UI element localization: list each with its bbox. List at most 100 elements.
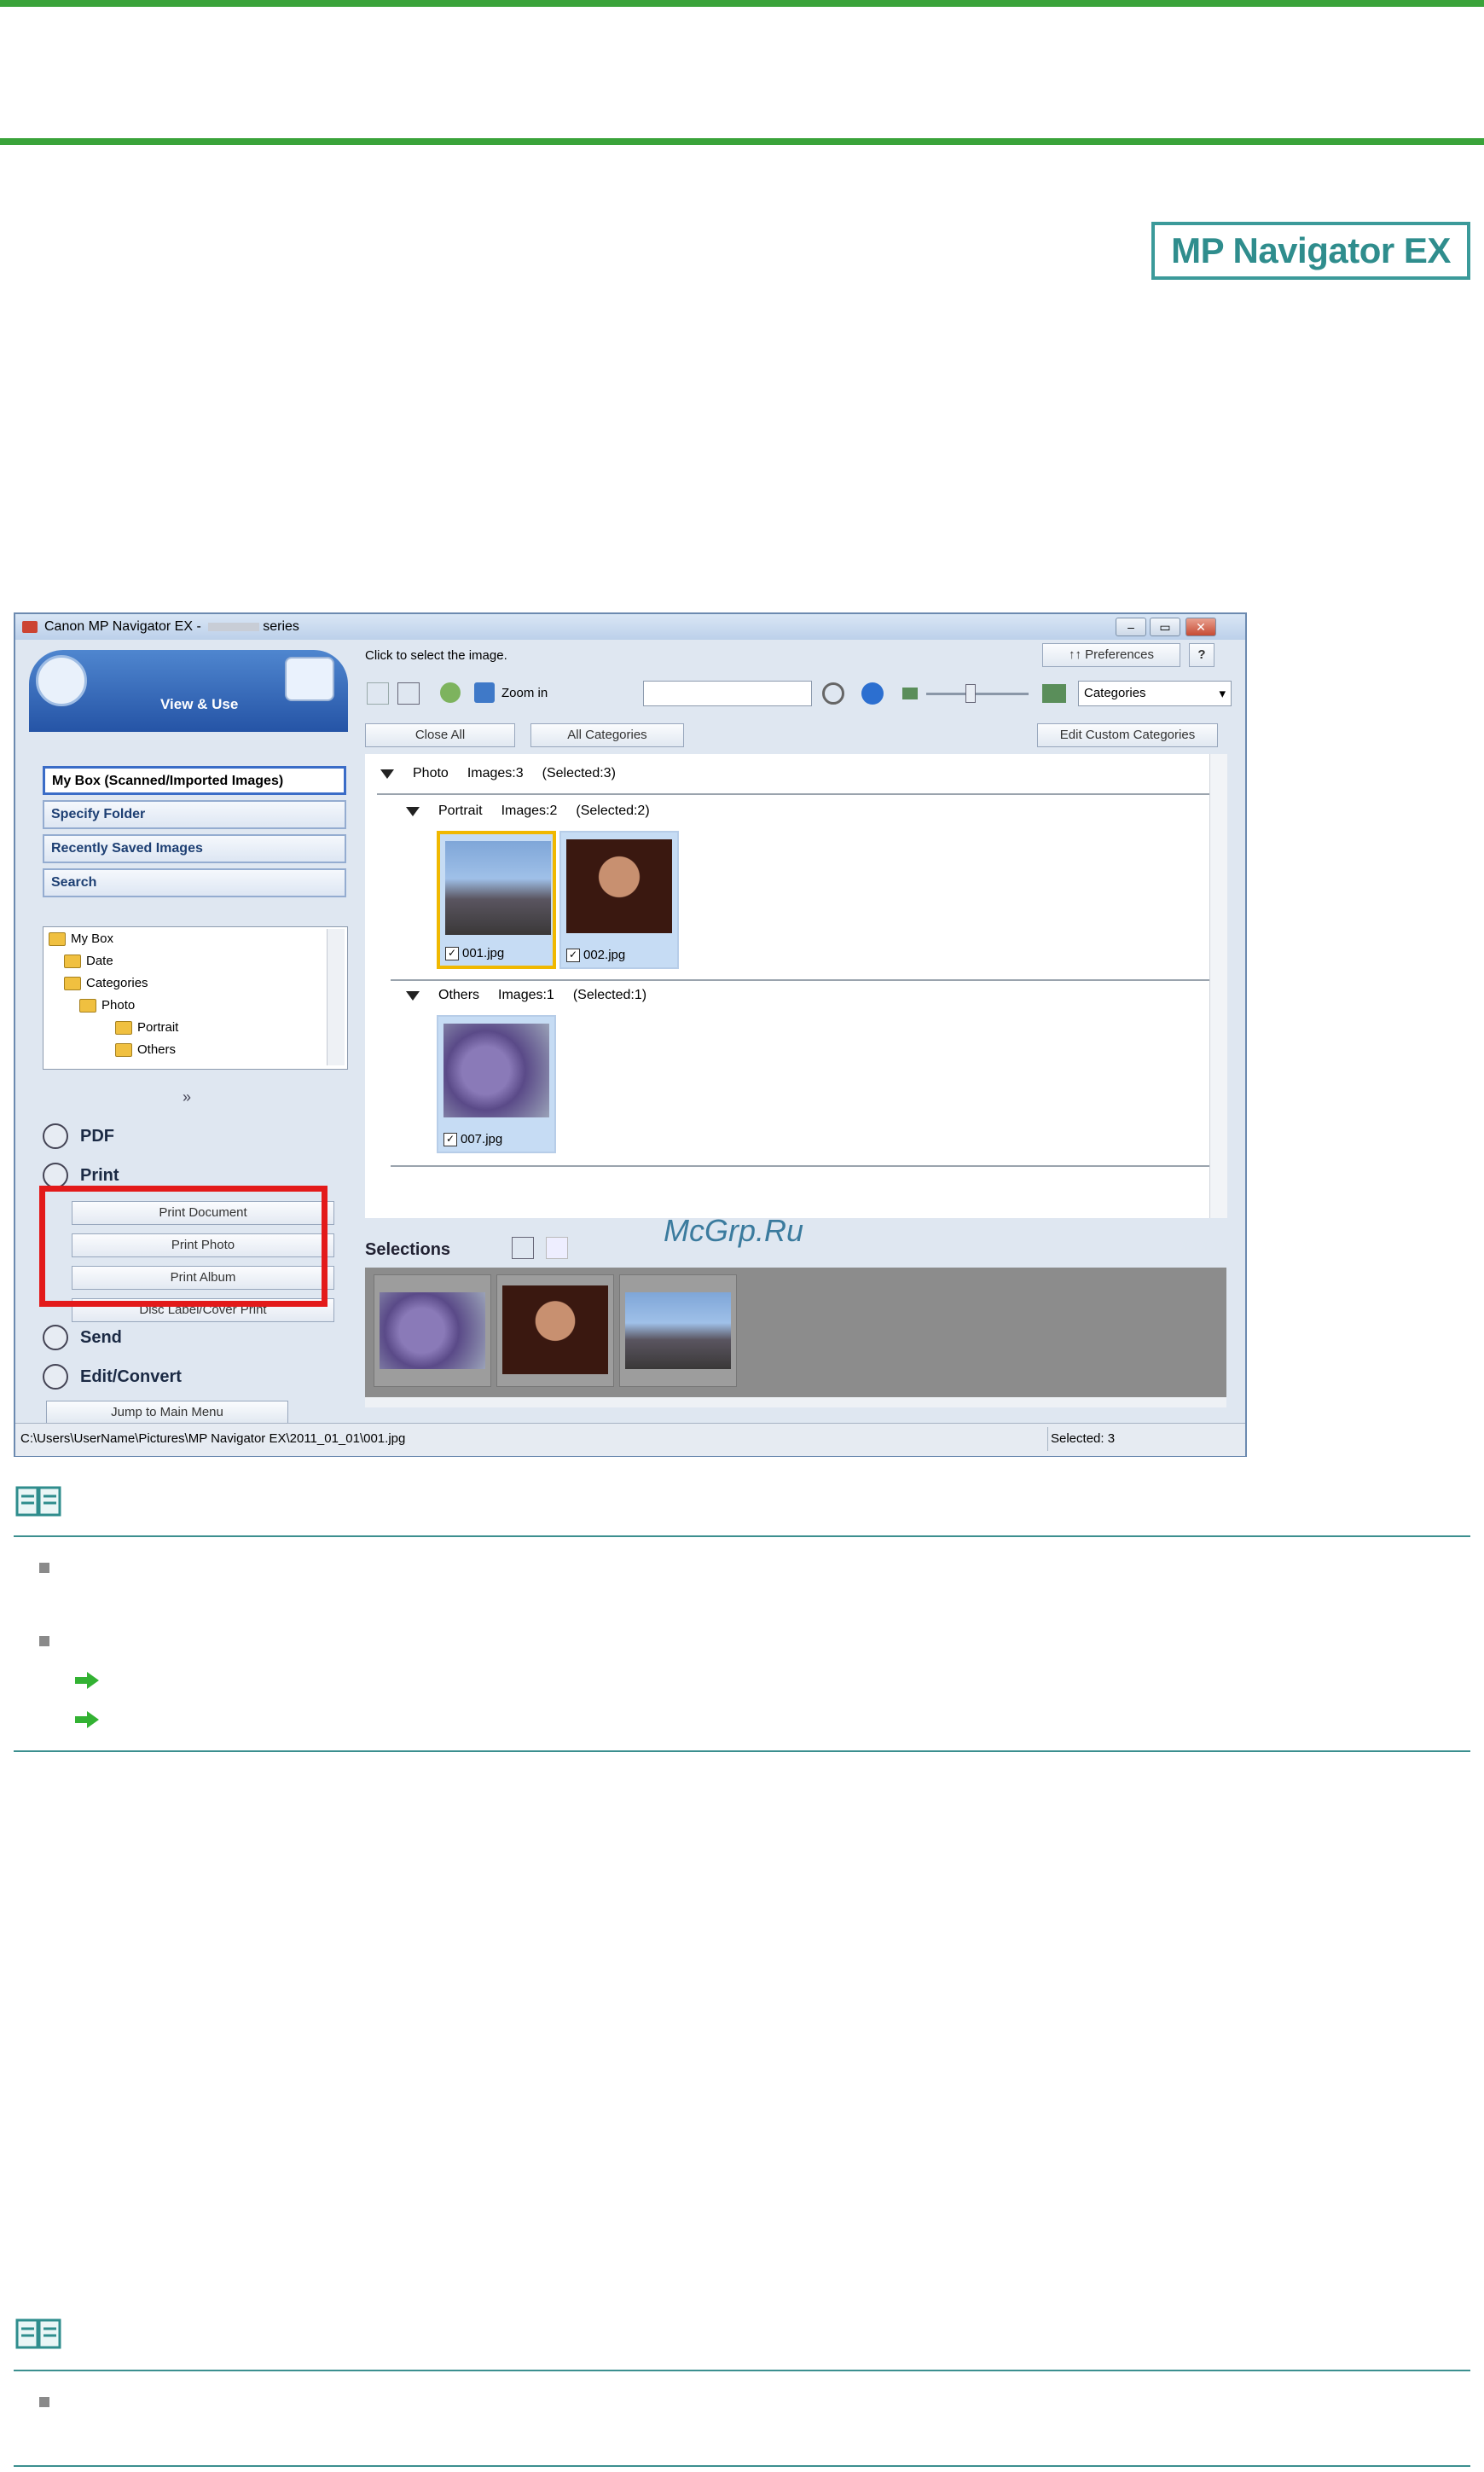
section-edit-convert[interactable]: Edit/Convert xyxy=(43,1360,362,1394)
edit-icon xyxy=(43,1364,68,1390)
photo-image xyxy=(380,1292,485,1369)
instruction-text: Click to select the image. xyxy=(365,648,507,663)
tree-item-my-box[interactable]: My Box xyxy=(49,929,113,949)
tree-item-date[interactable]: Date xyxy=(64,951,113,972)
selected-thumbnail[interactable] xyxy=(496,1274,614,1387)
right-pane: Click to select the image. ↑↑ Preference… xyxy=(360,643,1243,1407)
thumbnail-checkbox[interactable]: ✓ xyxy=(566,948,580,962)
refresh-icon[interactable] xyxy=(861,682,884,705)
nav-specify-folder[interactable]: Specify Folder xyxy=(43,800,346,829)
size-slider[interactable] xyxy=(926,693,1029,695)
rotate-icon[interactable] xyxy=(440,682,461,703)
tree-item-categories[interactable]: Categories xyxy=(64,973,148,994)
selected-thumbnail[interactable] xyxy=(619,1274,737,1387)
thumbnail-caption: ✓ 007.jpg xyxy=(443,1132,502,1146)
group-divider xyxy=(377,793,1213,795)
folder-icon xyxy=(64,977,81,990)
grid-view-icon[interactable] xyxy=(397,682,420,705)
note-icon xyxy=(14,1484,65,1520)
link-arrow-icon[interactable] xyxy=(73,1709,101,1730)
note-top-rule xyxy=(14,2370,1470,2371)
status-bar: C:\Users\UserName\Pictures\MP Navigator … xyxy=(15,1423,1245,1456)
group-portrait-header[interactable]: Portrait Images:2 (Selected:2) xyxy=(406,804,650,819)
note-bottom-rule xyxy=(14,1750,1470,1752)
section-send[interactable]: Send xyxy=(43,1320,362,1355)
preferences-icon: ↑↑ xyxy=(1068,647,1086,662)
nav-search[interactable]: Search xyxy=(43,868,346,897)
nav-recently-saved[interactable]: Recently Saved Images xyxy=(43,834,346,863)
search-icon[interactable] xyxy=(822,682,844,705)
close-button[interactable]: ✕ xyxy=(1185,618,1216,636)
search-input[interactable] xyxy=(643,681,812,706)
image-list-scrollbar[interactable] xyxy=(1209,754,1227,1218)
help-button[interactable]: ? xyxy=(1189,643,1214,667)
folder-icon xyxy=(79,999,96,1013)
header-green-rule xyxy=(0,138,1484,145)
expand-triangle-icon xyxy=(380,769,394,779)
image-list-area: Photo Images:3 (Selected:3) Portrait Images… xyxy=(365,754,1227,1218)
bullet-icon xyxy=(39,2397,49,2407)
maximize-button[interactable]: ▭ xyxy=(1150,618,1180,636)
zoom-in-icon[interactable] xyxy=(474,682,495,703)
selections-list-icon[interactable] xyxy=(546,1237,568,1259)
folder-icon xyxy=(115,1021,132,1035)
group-divider xyxy=(391,1165,1213,1167)
window-title: Canon MP Navigator EX - series xyxy=(44,619,299,634)
edit-custom-categories-button[interactable]: Edit Custom Categories xyxy=(1037,723,1218,747)
jump-to-main-menu-button[interactable]: Jump to Main Menu xyxy=(46,1401,288,1425)
thumbnail-002[interactable]: ✓ 002.jpg xyxy=(559,831,679,969)
tree-item-others[interactable]: Others xyxy=(115,1040,176,1060)
photo-image xyxy=(445,841,551,935)
tree-scrollbar[interactable] xyxy=(327,929,345,1065)
close-all-button[interactable]: Close All xyxy=(365,723,515,747)
group-others-header[interactable]: Others Images:1 (Selected:1) xyxy=(406,988,646,1003)
app-icon xyxy=(22,621,38,633)
selections-grid-icon[interactable] xyxy=(512,1237,534,1259)
minimize-button[interactable]: – xyxy=(1116,618,1146,636)
tree-item-photo[interactable]: Photo xyxy=(79,995,135,1016)
print-icon xyxy=(43,1163,68,1188)
thumbnail-caption: ✓ 001.jpg xyxy=(445,946,504,960)
photo-image xyxy=(502,1285,608,1374)
thumbnail-007[interactable]: ✓ 007.jpg xyxy=(437,1015,556,1153)
thumbnail-001[interactable]: ✓ 001.jpg xyxy=(437,831,556,969)
monitor-icon xyxy=(285,657,334,701)
bullet-icon xyxy=(39,1563,49,1573)
thumbnail-checkbox[interactable]: ✓ xyxy=(443,1132,457,1146)
status-path: C:\Users\UserName\Pictures\MP Navigator … xyxy=(20,1431,406,1446)
section-pdf[interactable]: PDF xyxy=(43,1119,362,1153)
tree-item-portrait[interactable]: Portrait xyxy=(115,1018,178,1038)
preferences-button[interactable]: ↑↑ Preferences xyxy=(1042,643,1180,667)
nav-my-box[interactable]: My Box (Scanned/Imported Images) xyxy=(43,766,346,795)
link-arrow-icon[interactable] xyxy=(73,1670,101,1691)
bullet-icon xyxy=(39,1636,49,1646)
top-green-rule xyxy=(0,0,1484,7)
expand-triangle-icon xyxy=(406,806,420,816)
all-categories-button[interactable]: All Categories xyxy=(530,723,684,747)
title-bar: Canon MP Navigator EX - series – ▭ ✕ xyxy=(15,614,1245,640)
group-photo-header[interactable]: Photo Images:3 (Selected:3) xyxy=(380,766,616,781)
selected-thumbnail[interactable] xyxy=(374,1274,491,1387)
collapse-chevron-icon[interactable]: » xyxy=(183,1088,191,1106)
zoom-in-label[interactable]: Zoom in xyxy=(501,686,548,700)
select-all-icon[interactable] xyxy=(367,682,389,705)
size-slider-handle[interactable] xyxy=(965,684,976,703)
folder-icon xyxy=(64,955,81,968)
selections-label: Selections xyxy=(365,1240,451,1259)
note-bottom-rule xyxy=(14,2465,1470,2467)
app-window: Canon MP Navigator EX - series – ▭ ✕ Vie… xyxy=(14,612,1247,1457)
status-divider xyxy=(1047,1427,1048,1451)
horizontal-scrollbar[interactable] xyxy=(365,1397,1226,1407)
group-divider xyxy=(391,979,1213,981)
thumbnail-caption: ✓ 002.jpg xyxy=(566,948,625,962)
sort-select[interactable]: Categories ▾ xyxy=(1078,681,1232,706)
mode-logo-icon xyxy=(36,655,87,706)
thumbnail-checkbox[interactable]: ✓ xyxy=(445,946,459,960)
selections-tray xyxy=(365,1268,1226,1397)
note-icon xyxy=(14,2317,65,2353)
send-icon xyxy=(43,1325,68,1350)
note-top-rule xyxy=(14,1535,1470,1537)
folder-icon xyxy=(115,1043,132,1057)
folder-tree: My Box Date Categories Photo Portrait Ot… xyxy=(43,926,348,1070)
photo-image xyxy=(566,839,672,933)
